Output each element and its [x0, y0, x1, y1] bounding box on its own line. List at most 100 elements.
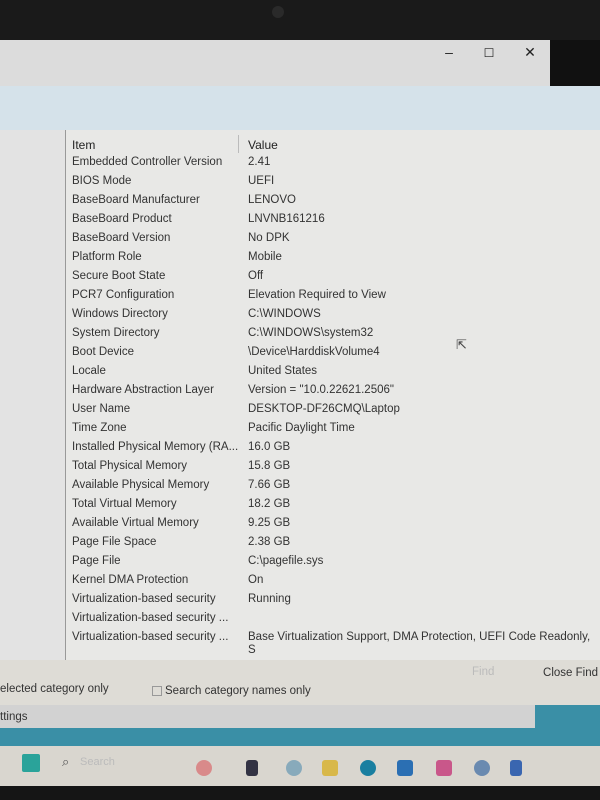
row-value: 9.25 GB [248, 517, 291, 529]
close-find-button[interactable]: Close Find [543, 667, 598, 679]
row-value: 18.2 GB [248, 498, 291, 510]
row-item: Hardware Abstraction Layer [72, 384, 214, 396]
maximize-icon[interactable]: ☐ [474, 46, 504, 60]
row-item: Virtualization-based security ... [72, 631, 229, 643]
app-icon[interactable] [246, 760, 258, 776]
table-row[interactable]: Boot Device \Device\HarddiskVolume4 [66, 346, 600, 365]
row-item: BaseBoard Manufacturer [72, 194, 200, 206]
table-row[interactable]: Total Virtual Memory 18.2 GB [66, 498, 600, 517]
table-row[interactable]: Page File Space 2.38 GB [66, 536, 600, 555]
search-icon[interactable]: ⌕ [62, 754, 69, 770]
row-item: Locale [72, 365, 106, 377]
row-value: 15.8 GB [248, 460, 291, 472]
search-names-checkbox[interactable] [152, 686, 162, 696]
table-row[interactable]: Time Zone Pacific Daylight Time [66, 422, 600, 441]
table-row[interactable]: Page File C:\pagefile.sys [66, 555, 600, 574]
row-value: \Device\HarddiskVolume4 [248, 346, 380, 358]
table-row[interactable]: Virtualization-based security Running [66, 593, 600, 612]
menu-strip [0, 86, 600, 130]
row-item: Kernel DMA Protection [72, 574, 189, 586]
system-summary-table: Item Value Embedded Controller Version 2.… [66, 130, 600, 660]
row-value: Version = "10.0.22621.2506" [248, 384, 394, 396]
table-row[interactable]: Virtualization-based security ... [66, 612, 600, 631]
search-names-label[interactable]: Search category names only [165, 685, 311, 697]
copilot-icon[interactable] [286, 760, 302, 776]
table-row[interactable]: Hardware Abstraction Layer Version = "10.… [66, 384, 600, 403]
row-item: BaseBoard Product [72, 213, 172, 225]
row-item: Total Physical Memory [72, 460, 188, 472]
row-value: Pacific Daylight Time [248, 422, 355, 434]
table-row[interactable]: Available Physical Memory 7.66 GB [66, 479, 600, 498]
row-value: UEFI [248, 175, 275, 187]
table-row[interactable]: Secure Boot State Off [66, 270, 600, 289]
row-value: 2.38 GB [248, 536, 291, 548]
webcam [272, 6, 284, 18]
row-item: Installed Physical Memory (RA... [72, 441, 239, 453]
table-row[interactable]: Kernel DMA Protection On [66, 574, 600, 593]
row-item: Time Zone [72, 422, 127, 434]
find-button[interactable]: Find [472, 666, 494, 678]
row-value: No DPK [248, 232, 290, 244]
row-item: BaseBoard Version [72, 232, 171, 244]
search-selected-category-checkbox-label[interactable]: elected category only [0, 683, 109, 695]
table-row[interactable]: User Name DESKTOP-DF26CMQ\Laptop [66, 403, 600, 422]
table-row[interactable]: BaseBoard Product LNVNB161216 [66, 213, 600, 232]
table-row[interactable]: Installed Physical Memory (RA... 16.0 GB [66, 441, 600, 460]
row-value: LENOVO [248, 194, 296, 206]
column-divider[interactable] [238, 135, 239, 153]
table-row[interactable]: BaseBoard Version No DPK [66, 232, 600, 251]
edge-icon[interactable] [360, 760, 376, 776]
row-item: System Directory [72, 327, 160, 339]
row-value: 7.66 GB [248, 479, 291, 491]
settings-gear-icon[interactable] [474, 760, 490, 776]
row-item: BIOS Mode [72, 175, 132, 187]
title-bar [0, 40, 550, 86]
row-item: Virtualization-based security [72, 593, 216, 605]
minimize-icon[interactable]: – [434, 44, 464, 60]
desktop-background [0, 728, 600, 746]
row-item: Total Virtual Memory [72, 498, 177, 510]
table-row[interactable]: Available Virtual Memory 9.25 GB [66, 517, 600, 536]
row-item: Available Virtual Memory [72, 517, 199, 529]
column-header-value[interactable]: Value [248, 138, 278, 152]
start-icon[interactable] [22, 754, 40, 772]
close-icon[interactable]: ✕ [515, 44, 545, 61]
app-icon[interactable] [436, 760, 452, 776]
app-icon[interactable] [196, 760, 212, 776]
table-row[interactable]: Windows Directory C:\WINDOWS [66, 308, 600, 327]
row-value: United States [248, 365, 318, 377]
row-value: Base Virtualization Support, DMA Protect… [248, 631, 591, 656]
table-row[interactable]: Platform Role Mobile [66, 251, 600, 270]
table-row[interactable]: PCR7 Configuration Elevation Required to … [66, 289, 600, 308]
row-item: Platform Role [72, 251, 142, 263]
row-value: C:\WINDOWS [248, 308, 321, 320]
settings-label: ttings [0, 711, 28, 723]
store-icon[interactable] [397, 760, 413, 776]
file-explorer-icon[interactable] [322, 760, 338, 776]
table-row[interactable]: BIOS Mode UEFI [66, 175, 600, 194]
table-row[interactable]: Locale United States [66, 365, 600, 384]
table-row[interactable]: Virtualization-based security ... Base Vi… [66, 631, 600, 656]
row-value: C:\WINDOWS\system32 [248, 327, 374, 339]
row-item: Available Physical Memory [72, 479, 210, 491]
table-row[interactable]: Embedded Controller Version 2.41 [66, 156, 600, 175]
taskbar-search-input[interactable]: Search [80, 756, 115, 768]
row-value: 2.41 [248, 156, 271, 168]
system-information-icon[interactable] [510, 760, 522, 776]
mouse-cursor-icon: ⇱ [456, 337, 467, 352]
table-row[interactable]: System Directory C:\WINDOWS\system32 [66, 327, 600, 346]
row-item: Secure Boot State [72, 270, 166, 282]
row-value: DESKTOP-DF26CMQ\Laptop [248, 403, 400, 415]
row-value: LNVNB161216 [248, 213, 325, 225]
row-value: Running [248, 593, 291, 605]
row-value: C:\pagefile.sys [248, 555, 324, 567]
column-header-item[interactable]: Item [72, 138, 95, 152]
category-tree[interactable] [0, 130, 66, 660]
row-item: Page File [72, 555, 121, 567]
screen-bezel-bottom [0, 786, 600, 800]
row-item: Embedded Controller Version [72, 156, 223, 168]
row-value: Mobile [248, 251, 282, 263]
table-row[interactable]: Total Physical Memory 15.8 GB [66, 460, 600, 479]
screen-bezel [0, 0, 600, 40]
table-row[interactable]: BaseBoard Manufacturer LENOVO [66, 194, 600, 213]
